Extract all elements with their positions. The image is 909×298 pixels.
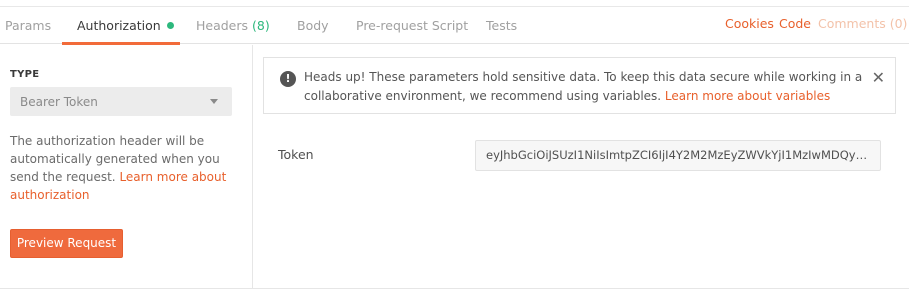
preview-request-button[interactable]: Preview Request [10,229,123,258]
alert-message: Heads up! These parameters hold sensitiv… [304,68,864,106]
tab-authorization[interactable]: Authorization [77,7,174,44]
tab-tests[interactable]: Tests [486,7,517,44]
request-tab-bar: Params Authorization Headers (8) Body Pr… [0,6,909,45]
comments-link[interactable]: Comments (0) [818,1,907,46]
sensitive-data-alert: ! Heads up! These parameters hold sensit… [263,57,896,114]
tab-params[interactable]: Params [5,7,51,44]
bottom-divider [0,288,909,289]
request-editor: Params Authorization Headers (8) Body Pr… [0,0,909,298]
type-label: TYPE [10,69,40,80]
learn-more-variables-link[interactable]: Learn more about variables [665,89,830,103]
tab-prerequest-script[interactable]: Pre-request Script [356,7,468,44]
tab-headers[interactable]: Headers (8) [196,7,270,44]
tab-headers-label: Headers [196,18,249,33]
close-icon[interactable]: ✕ [872,70,885,86]
headers-count: (8) [252,18,270,33]
tab-params-label: Params [5,18,52,33]
tab-prerequest-label: Pre-request Script [356,18,469,33]
tab-authorization-label: Authorization [77,18,161,33]
chevron-down-icon [210,99,218,104]
auth-type-select[interactable]: Bearer Token [10,87,232,116]
auth-description: The authorization header will be automat… [10,132,235,204]
cookies-link[interactable]: Cookies [725,1,774,46]
tab-body-label: Body [297,18,329,33]
warning-icon: ! [280,71,296,87]
token-input[interactable]: eyJhbGciOiJSUzI1NiIsImtpZCI6IjI4Y2M2MzEy… [475,140,881,171]
active-indicator-dot [166,22,174,29]
tab-body[interactable]: Body [297,7,329,44]
code-link[interactable]: Code [779,1,811,46]
auth-type-value: Bearer Token [20,95,98,109]
tab-tests-label: Tests [486,18,518,33]
token-label: Token [278,147,314,162]
auth-type-panel: TYPE Bearer Token The authorization head… [0,45,253,288]
